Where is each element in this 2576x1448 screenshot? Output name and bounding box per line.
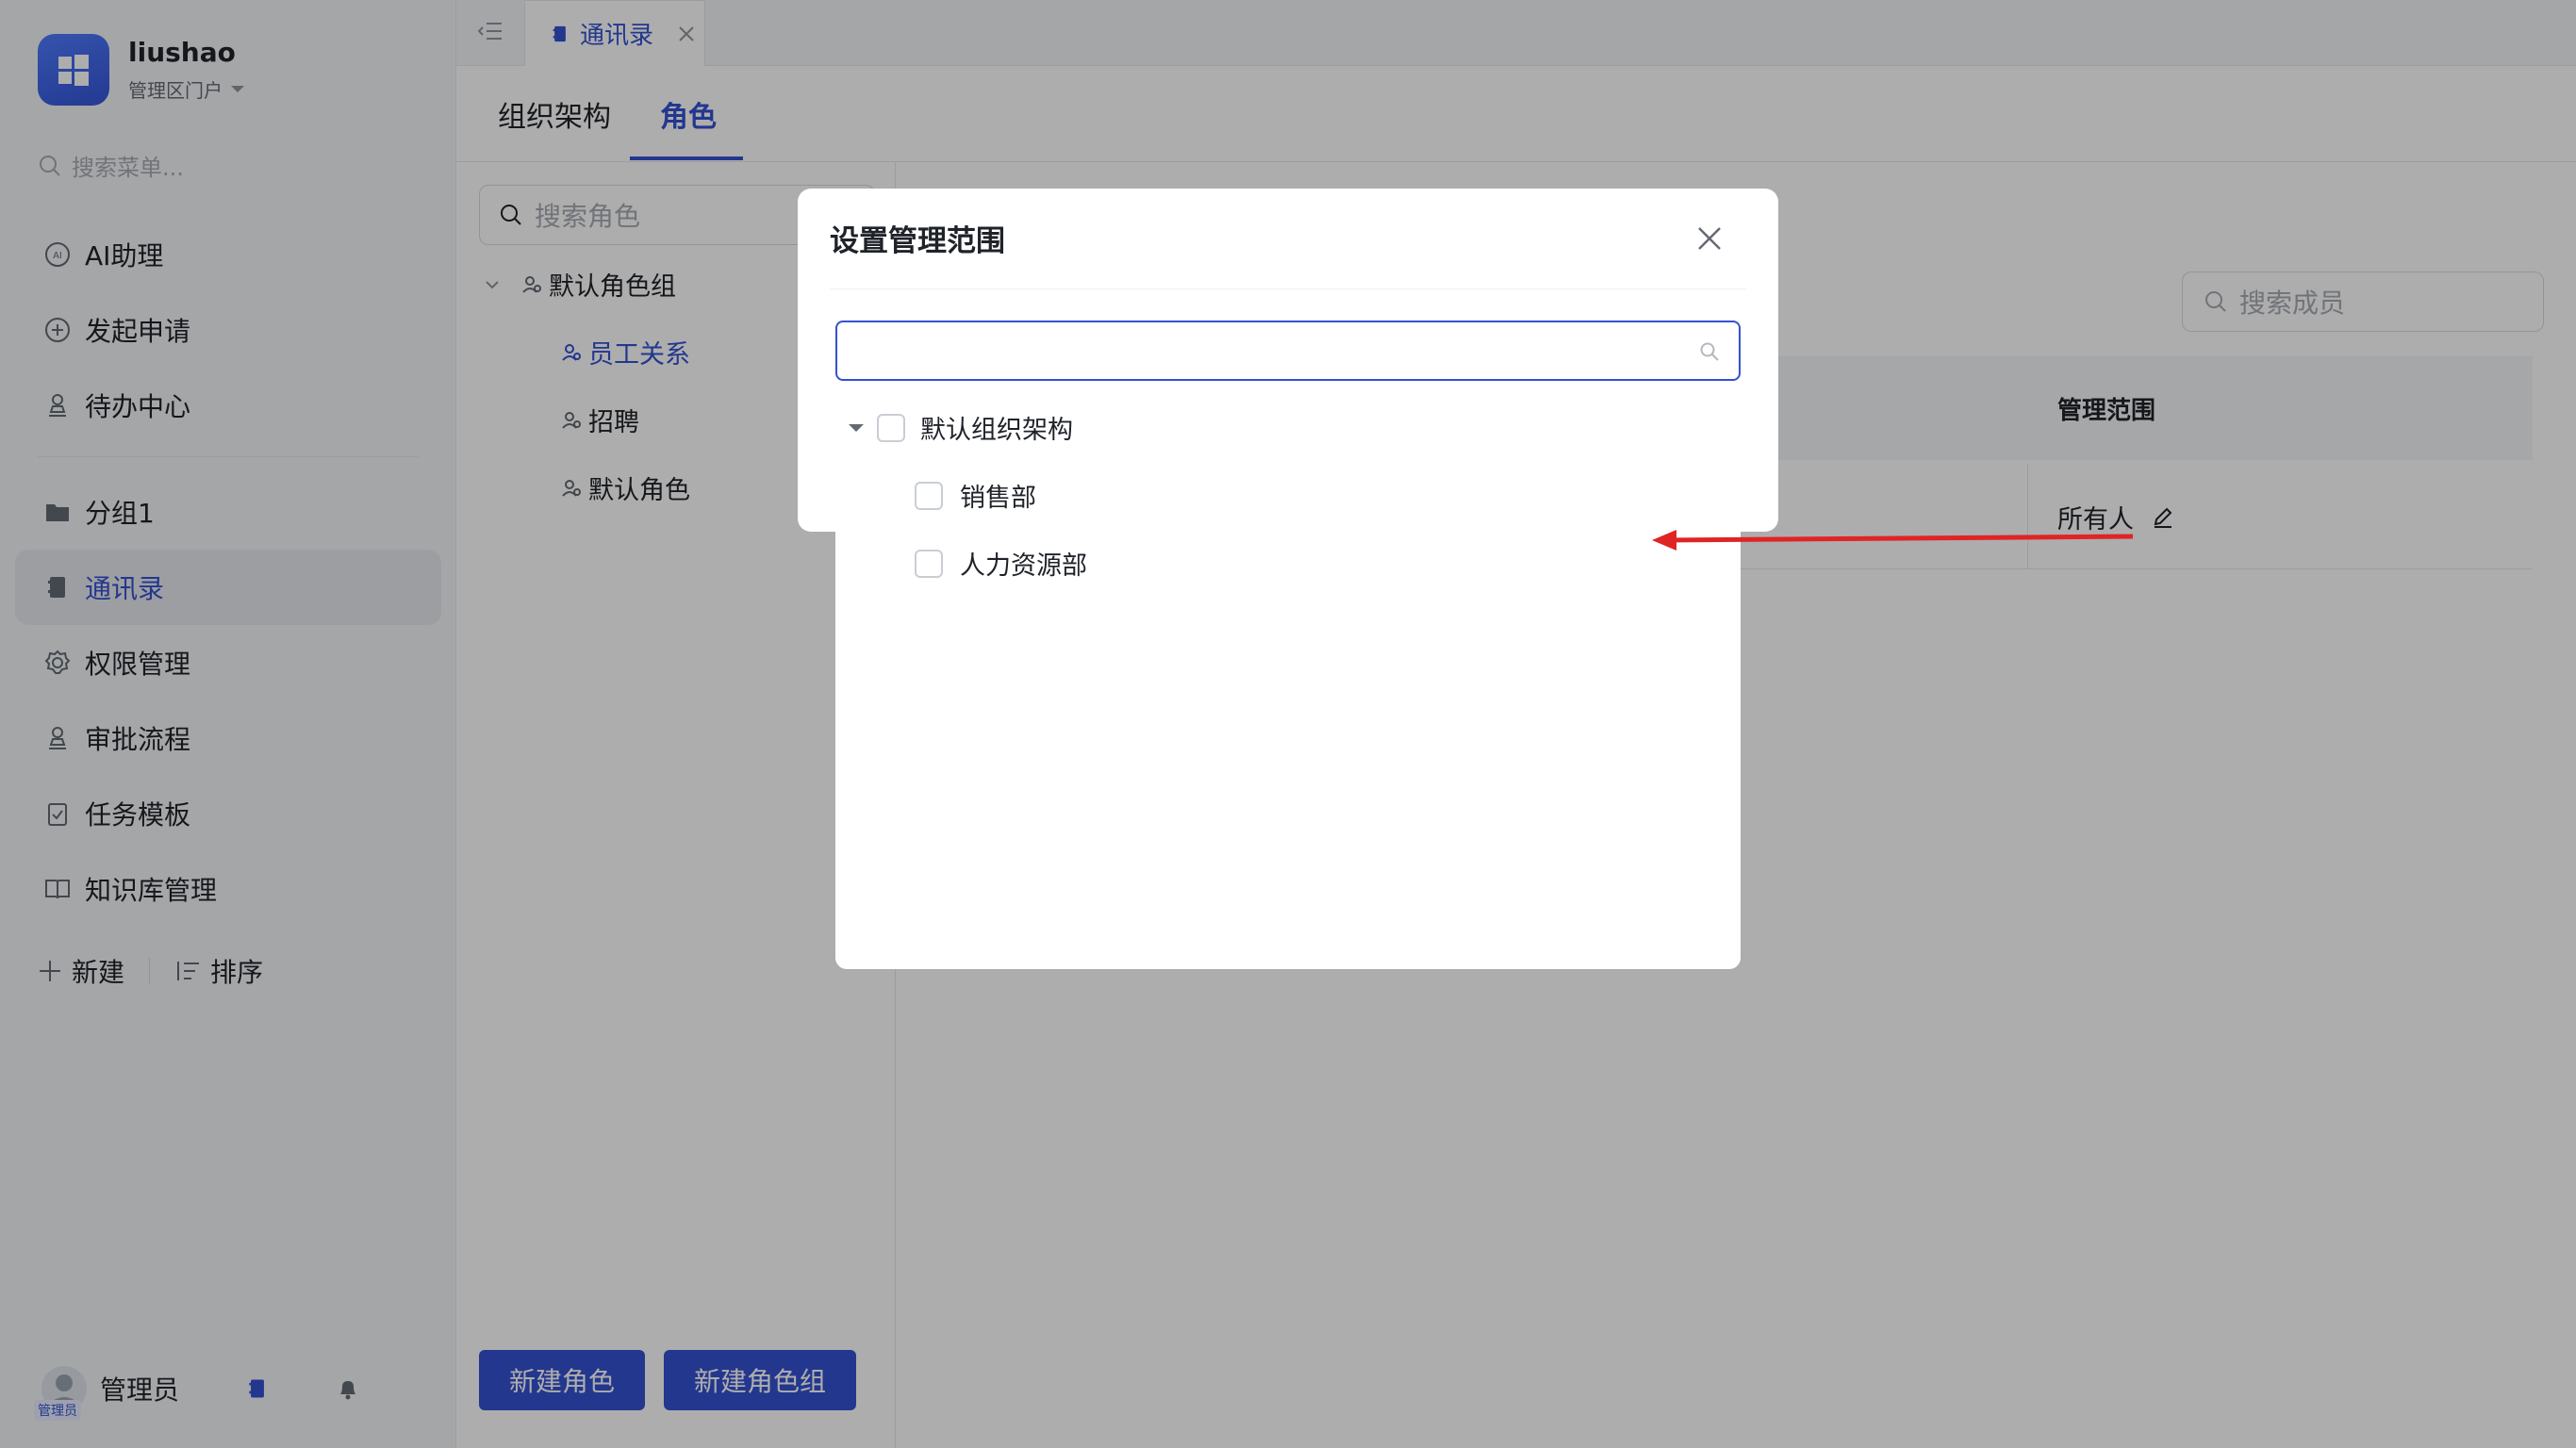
modal-divider	[830, 288, 1746, 289]
caret-down-icon[interactable]	[847, 421, 866, 435]
scope-search-field[interactable]	[835, 321, 1741, 381]
tree-node-label: 默认组织架构	[920, 416, 1073, 445]
scope-search-input[interactable]	[837, 322, 1739, 379]
org-tree-dropdown: 默认组织架构 销售部 人力资源部	[835, 385, 1741, 969]
checkbox[interactable]	[877, 413, 905, 442]
tree-node-hr[interactable]: 人力资源部	[915, 545, 1087, 582]
close-icon[interactable]	[1693, 222, 1726, 255]
tree-node-sales[interactable]: 销售部	[915, 477, 1036, 514]
search-icon	[1699, 341, 1720, 362]
tree-node-label: 人力资源部	[960, 551, 1087, 581]
tree-node-root[interactable]: 默认组织架构	[847, 409, 1073, 446]
checkbox[interactable]	[915, 549, 943, 578]
checkbox[interactable]	[915, 481, 943, 510]
modal-title: 设置管理范围	[830, 224, 1005, 258]
tree-node-label: 销售部	[960, 484, 1036, 513]
